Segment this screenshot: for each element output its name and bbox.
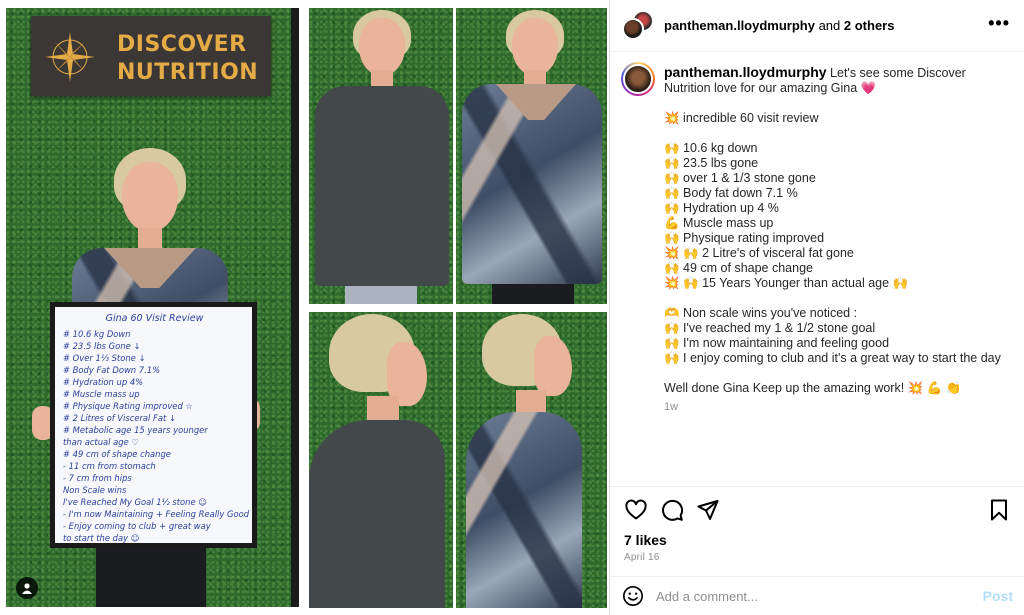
whiteboard-line: Non Scale wins xyxy=(63,485,127,495)
whiteboard-line: # 10.6 kg Down xyxy=(63,329,131,339)
whiteboard-line: # Muscle mass up xyxy=(63,389,140,399)
whiteboard-line: - Enjoy coming to club + great way xyxy=(63,521,211,531)
post-time-ago[interactable]: 1w xyxy=(664,401,1009,413)
whiteboard-line: # Over 1⅓ Stone ↓ xyxy=(63,353,146,363)
caption-line: 🙌 I've reached my 1 & 1/2 stone goal xyxy=(664,321,876,335)
header-others-link[interactable]: 2 others xyxy=(844,18,895,33)
avatar[interactable] xyxy=(622,17,644,40)
caption-text: pantheman.lloydmurphy Let's see some Dis… xyxy=(664,65,1009,396)
whiteboard-line: than actual age ♡ xyxy=(63,437,139,447)
photo-side-dark-top xyxy=(309,312,453,608)
photo-front-dark-top xyxy=(309,8,453,304)
caption-line: 🙌 I'm now maintaining and feeling good xyxy=(664,336,890,350)
sign-text-line1: DISCOVER xyxy=(117,32,247,57)
caption-line: Nutrition love for our amazing Gina 💗 xyxy=(664,81,877,95)
header-connector: and xyxy=(814,18,844,33)
caption-line: 🙌 I enjoy coming to club and it's a grea… xyxy=(664,351,1001,365)
emoji-icon[interactable] xyxy=(622,585,644,607)
whiteboard-line: # Physique Rating improved ☆ xyxy=(63,401,193,411)
caption-line: 💥 incredible 60 visit review xyxy=(664,111,819,125)
share-icon[interactable] xyxy=(696,498,720,522)
whiteboard-line: # 23.5 lbs Gone ↓ xyxy=(63,341,141,351)
caption-line: 🙌 Physique rating improved xyxy=(664,231,825,245)
actions-bar: 7 likes April 16 xyxy=(610,486,1024,576)
photo-side-print-top xyxy=(456,312,607,608)
caption-line: 🙌 Body fat down 7.1 % xyxy=(664,186,798,200)
caption-line-text: Let's see some Discover xyxy=(826,66,966,80)
whiteboard-line: # Body Fat Down 7.1% xyxy=(63,365,161,375)
whiteboard-line: # 2 Litres of Visceral Fat ↓ xyxy=(63,413,176,423)
whiteboard-line: - I'm now Maintaining + Feeling Really G… xyxy=(63,509,250,519)
compass-icon xyxy=(45,32,95,82)
caption-avatar[interactable] xyxy=(621,62,655,96)
caption-line: 🙌 23.5 lbs gone xyxy=(664,156,759,170)
whiteboard-line: # 49 cm of shape change xyxy=(63,449,171,459)
whiteboard-line: - 11 cm from stomach xyxy=(63,461,156,471)
more-options-icon[interactable]: ••• xyxy=(988,14,1010,32)
header-authors: pantheman.lloydmurphy and 2 others xyxy=(664,18,894,33)
caption-line: 💪 Muscle mass up xyxy=(664,216,774,230)
whiteboard: Gina 60 Visit Review # 10.6 kg Down # 23.… xyxy=(50,302,257,548)
caption-line: Well done Gina Keep up the amazing work!… xyxy=(664,381,962,395)
caption-area: pantheman.lloydmurphy Let's see some Dis… xyxy=(610,53,1024,485)
whiteboard-line: # Metabolic age 15 years younger xyxy=(63,425,208,435)
post-date: April 16 xyxy=(624,552,660,563)
caption-line: 💥 🙌 2 Litre's of visceral fat gone xyxy=(664,246,854,260)
sign-text-line2: NUTRITION xyxy=(117,60,259,85)
post-comment-button[interactable]: Post xyxy=(983,588,1013,604)
header-username-link[interactable]: pantheman.lloydmurphy xyxy=(664,18,815,33)
whiteboard-line: I've Reached My Goal 1½ stone ☺ xyxy=(63,497,208,507)
comment-input[interactable] xyxy=(656,588,983,604)
user-tag-icon[interactable] xyxy=(16,577,38,599)
avatar[interactable] xyxy=(623,64,653,94)
heart-icon[interactable] xyxy=(624,498,648,522)
comment-bar: Post xyxy=(610,576,1024,615)
post-header: pantheman.lloydmurphy and 2 others ••• xyxy=(610,0,1024,52)
caption-username-link[interactable]: pantheman.lloydmurphy xyxy=(664,64,827,80)
photo-front-print-top xyxy=(456,8,607,304)
whiteboard-title: Gina 60 Visit Review xyxy=(105,313,204,324)
whiteboard-line: - 7 cm from hips xyxy=(63,473,132,483)
caption-line: 🫶 Non scale wins you've noticed : xyxy=(664,306,858,320)
caption-line: 🙌 Hydration up 4 % xyxy=(664,201,779,215)
comment-icon[interactable] xyxy=(660,498,684,522)
post-media[interactable]: DISCOVER NUTRITION Gina 60 Visit Review … xyxy=(0,0,609,615)
caption-line: 🙌 10.6 kg down xyxy=(664,141,758,155)
whiteboard-line: to start the day ☺ xyxy=(63,533,140,543)
caption-line: 🙌 49 cm of shape change xyxy=(664,261,813,275)
discover-nutrition-sign: DISCOVER NUTRITION xyxy=(31,16,271,96)
likes-count[interactable]: 7 likes xyxy=(624,532,1011,548)
display-stand xyxy=(291,8,299,607)
caption-first-line: pantheman.lloydmurphy Let's see some Dis… xyxy=(664,65,1009,81)
photo-whiteboard: DISCOVER NUTRITION Gina 60 Visit Review … xyxy=(6,8,299,607)
bookmark-icon[interactable] xyxy=(987,498,1011,522)
caption-line: 🙌 over 1 & 1/3 stone gone xyxy=(664,171,816,185)
collab-avatars[interactable] xyxy=(622,9,654,42)
whiteboard-line: # Hydration up 4% xyxy=(63,377,144,387)
post-panel: pantheman.lloydmurphy and 2 others ••• p… xyxy=(609,0,1024,615)
caption-line: 💥 🙌 15 Years Younger than actual age 🙌 xyxy=(664,276,909,290)
